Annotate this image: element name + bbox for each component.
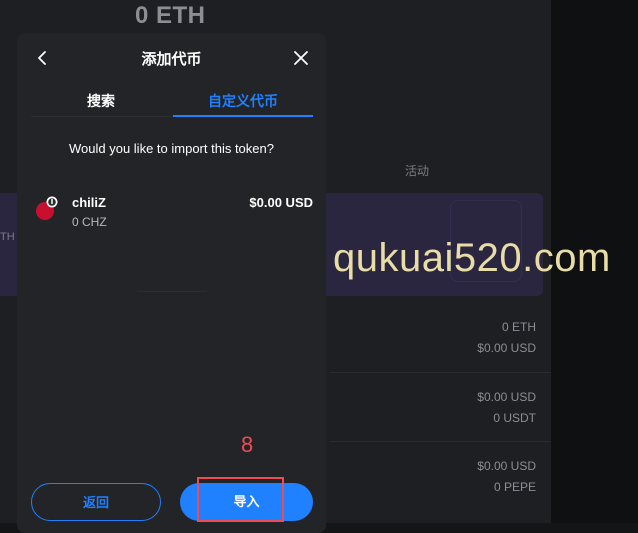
asset-usdt-amount: 0 USDT [493,411,536,425]
token-row[interactable]: chiliZ 0 CHZ $0.00 USD [31,191,313,235]
modal-title: 添加代币 [141,51,202,68]
asset-pepe-usd: $0.00 USD [477,459,536,473]
tab-custom-token[interactable]: 自定义代币 [173,91,313,111]
left-banner-text: TH [0,231,15,243]
asset-eth-amount: 0 ETH [501,320,536,334]
tab-search[interactable]: 搜索 [31,91,171,111]
wallet-balance: 0 ETH [135,2,206,29]
site-watermark: qukuai520.com [333,236,611,280]
modal-divider [137,291,207,292]
asset-pepe-amount: 0 PEPE [493,480,536,494]
tab-activity[interactable]: 活动 [405,162,429,179]
chiliz-token-icon [33,196,59,222]
modal-tabs: 搜索 自定义代币 [17,85,326,117]
token-amount: 0 CHZ [72,215,107,229]
token-name: chiliZ [72,195,106,210]
back-button[interactable]: 返回 [31,483,161,521]
step-number-annotation: 8 [241,432,254,457]
step-highlight-box [197,477,284,522]
asset-eth-usd: $0.00 USD [477,341,536,355]
asset-divider [330,441,551,442]
import-question: Would you like to import this token? [69,141,274,156]
asset-divider [330,372,551,373]
asset-usdt-usd: $0.00 USD [477,390,536,404]
left-banner [0,193,18,296]
token-usd-value: $0.00 USD [249,195,313,210]
add-token-modal: 添加代币 搜索 自定义代币 Would you like to import t… [17,33,326,533]
active-tab-indicator [173,115,313,117]
modal-header: 添加代币 [17,33,326,83]
close-icon[interactable] [290,47,312,69]
